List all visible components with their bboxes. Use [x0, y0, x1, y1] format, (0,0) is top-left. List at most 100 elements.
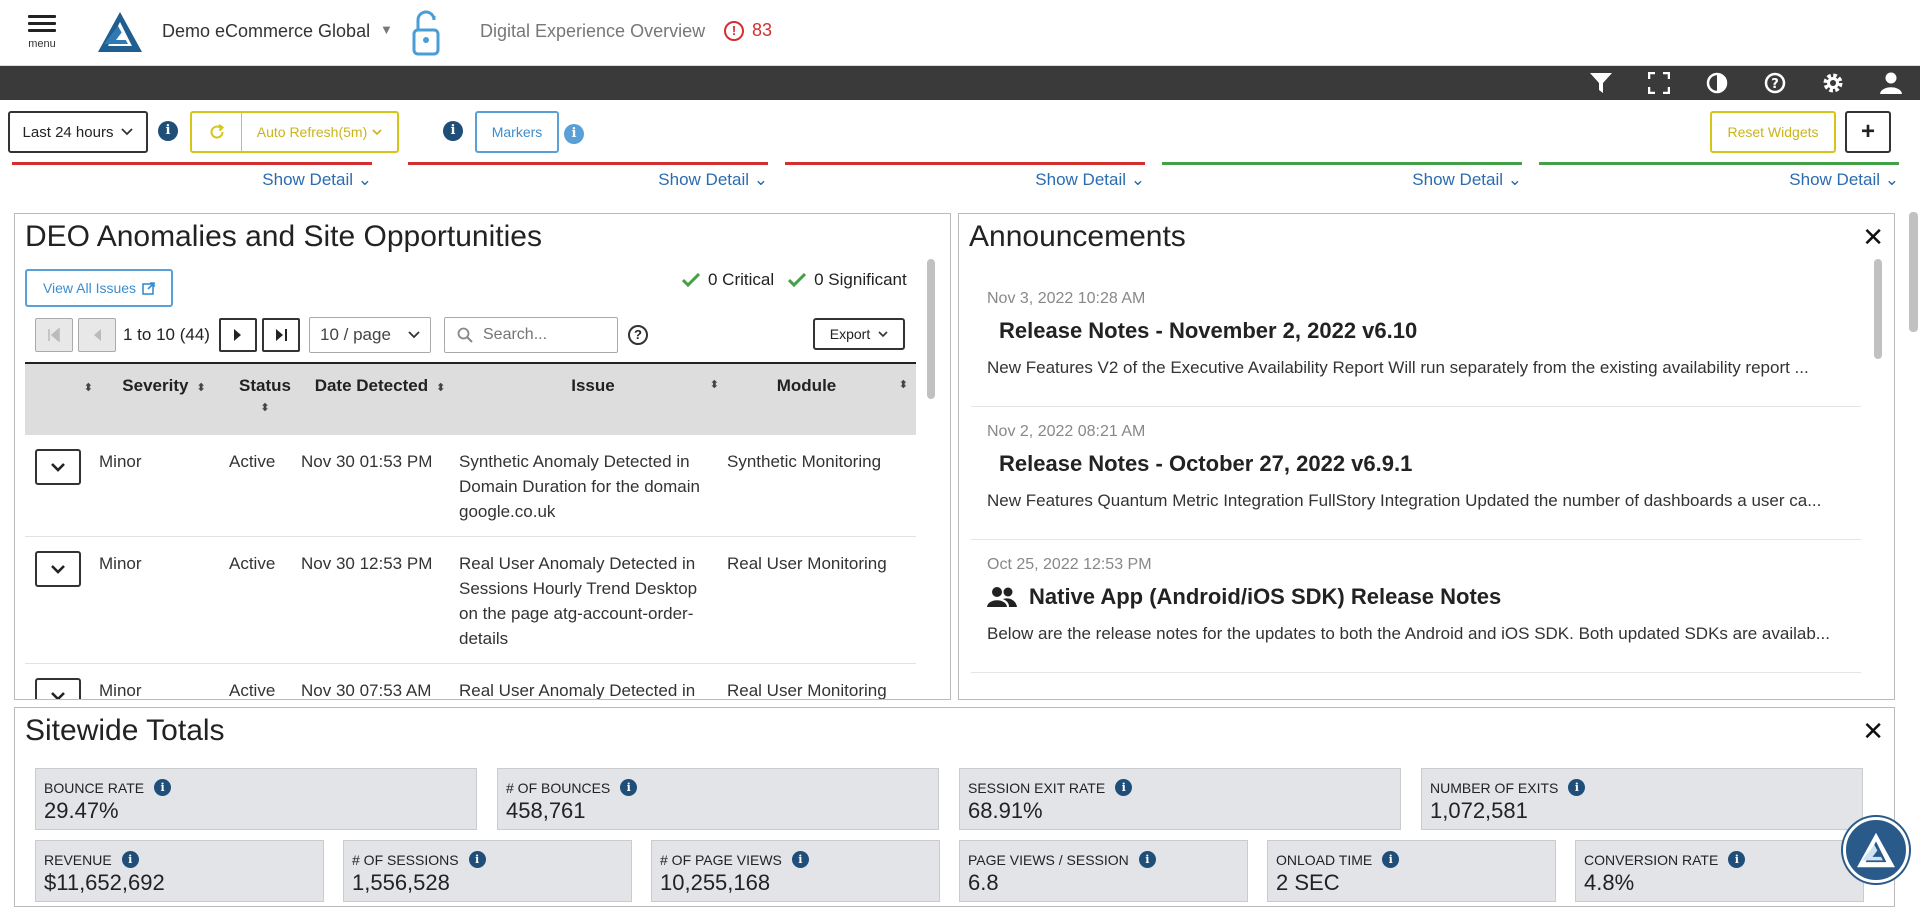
significant-label: 0 Significant [814, 270, 907, 289]
announcement-title[interactable]: Release Notes - October 27, 2022 v6.9.1 [999, 451, 1412, 477]
add-widget-button[interactable]: + [1845, 111, 1891, 153]
show-detail-link[interactable]: Show Detail ⌄ [1564, 170, 1899, 190]
info-icon[interactable]: i [1728, 851, 1746, 868]
show-detail-label: Show Detail [1412, 170, 1504, 189]
expand-row-button[interactable] [35, 449, 81, 485]
last-page-button[interactable] [262, 318, 300, 352]
announcements-scrollbar[interactable] [1874, 259, 1882, 359]
markers-button[interactable]: Markers [475, 111, 559, 153]
brand-logo[interactable] [96, 10, 144, 59]
time-range-info-icon[interactable]: i [158, 121, 178, 141]
info-icon[interactable]: i [1138, 851, 1156, 868]
chat-assistant-button[interactable] [1843, 817, 1909, 883]
auto-refresh-info-icon[interactable]: i [443, 121, 463, 141]
menu-button[interactable]: menu [22, 12, 62, 62]
page-size-select[interactable]: 10 / page [309, 317, 431, 353]
search-box[interactable] [444, 317, 618, 353]
prev-page-button[interactable] [78, 318, 116, 352]
unlock-icon[interactable] [410, 10, 442, 61]
info-icon[interactable]: i [620, 779, 638, 796]
gear-icon[interactable] [1804, 66, 1862, 100]
table-row[interactable]: Minor Active Nov 30 01:53 PM Synthetic A… [25, 435, 916, 537]
info-icon[interactable]: i [154, 779, 172, 796]
status-cell: Active [229, 663, 301, 699]
first-page-button[interactable] [35, 318, 73, 352]
fullscreen-icon[interactable] [1630, 66, 1688, 100]
close-icon[interactable]: ✕ [1862, 718, 1884, 744]
chevron-down-icon [51, 564, 65, 574]
column-header-status[interactable]: Status ⬍ [229, 363, 301, 435]
issues-table: ⬍ Severity ⬍ Status ⬍ Date Detected ⬍ Issue… [25, 362, 916, 699]
auto-refresh-select[interactable]: Auto Refresh(5m) [242, 111, 399, 153]
export-label: Export [829, 326, 871, 342]
alerts-indicator[interactable]: ! 83 [724, 20, 772, 41]
metric-value: 6.8 [968, 870, 999, 895]
announcement-desc: New Features Quantum Metric Integration … [987, 491, 1822, 510]
issue-cell: Real User Anomaly Detected in Sessions H… [459, 536, 727, 664]
info-icon[interactable]: i [791, 851, 809, 868]
show-detail-link[interactable]: Show Detail ⌄ [810, 170, 1145, 190]
table-row[interactable]: Minor Active Nov 30 07:53 AM Real User A… [25, 663, 916, 699]
info-icon[interactable]: i [468, 851, 486, 868]
show-detail-link[interactable]: Show Detail ⌄ [1187, 170, 1522, 190]
view-all-issues-button[interactable]: View All Issues [25, 269, 173, 307]
info-icon[interactable]: i [1568, 779, 1586, 796]
help-icon[interactable]: ? [1746, 66, 1804, 100]
module-cell: Synthetic Monitoring [727, 435, 916, 537]
column-header-severity[interactable]: Severity ⬍ [99, 363, 229, 435]
info-icon[interactable]: i [1382, 851, 1400, 868]
announcement-desc: New Features V2 of the Executive Availab… [987, 358, 1809, 377]
account-name[interactable]: Demo eCommerce Global [162, 21, 370, 42]
first-page-icon [48, 328, 60, 342]
announcement-title: Native App (Android/iOS SDK) Release Not… [1029, 584, 1502, 609]
view-all-issues-label: View All Issues [42, 280, 137, 296]
search-input[interactable] [483, 326, 613, 344]
info-icon[interactable]: i [1115, 779, 1133, 796]
help-icon[interactable]: ? [628, 325, 648, 345]
info-icon[interactable]: i [121, 851, 139, 868]
table-header-row: ⬍ Severity ⬍ Status ⬍ Date Detected ⬍ Issue… [25, 363, 916, 435]
module-cell: Real User Monitoring [727, 536, 916, 664]
column-label: Issue [571, 376, 615, 395]
metric-value: 10,255,168 [660, 870, 771, 895]
user-icon[interactable] [1862, 66, 1920, 100]
kpi-tile: Show Detail ⌄ [12, 162, 372, 189]
close-icon[interactable]: ✕ [1862, 224, 1884, 250]
column-label: Severity [122, 376, 189, 395]
filter-icon[interactable] [1572, 66, 1630, 100]
expand-row-button[interactable] [35, 551, 81, 587]
announcement-item[interactable]: Oct 25, 2022 12:53 PM Native App (Androi… [971, 540, 1861, 673]
table-row[interactable]: Minor Active Nov 30 12:53 PM Real User A… [25, 536, 916, 664]
next-page-button[interactable] [219, 318, 257, 352]
metric-label: # OF PAGE VIEWS [660, 851, 782, 868]
issue-cell: Real User Anomaly Detected in [459, 663, 727, 699]
column-header-module[interactable]: Module ⬍ [727, 363, 916, 435]
time-range-select[interactable]: Last 24 hours [8, 111, 148, 153]
metric-label: PAGE VIEWS / SESSION [968, 851, 1129, 868]
prev-page-icon [94, 329, 101, 341]
show-detail-link[interactable]: Show Detail ⌄ [17, 170, 372, 190]
refresh-button[interactable] [190, 111, 242, 153]
announcement-title[interactable]: Release Notes - November 2, 2022 v6.10 [999, 318, 1417, 344]
show-detail-link[interactable]: Show Detail ⌄ [433, 170, 768, 190]
expand-column-header[interactable]: ⬍ [25, 363, 99, 435]
column-header-date[interactable]: Date Detected ⬍ [301, 363, 459, 435]
announcement-item[interactable]: Nov 2, 2022 08:21 AM Release Notes - Oct… [971, 407, 1861, 540]
date-cell: Nov 30 01:53 PM [301, 435, 459, 537]
account-dropdown-icon[interactable]: ▼ [380, 22, 393, 37]
severity-cell: Minor [99, 663, 229, 699]
expand-row-button[interactable] [35, 678, 81, 699]
reset-widgets-button[interactable]: Reset Widgets [1710, 111, 1836, 153]
markers-info-icon[interactable]: i [564, 124, 584, 144]
announcement-title-row[interactable]: Native App (Android/iOS SDK) Release Not… [987, 584, 1501, 610]
contrast-icon[interactable] [1688, 66, 1746, 100]
kpi-tile: Show Detail ⌄ [785, 162, 1145, 189]
anomalies-scrollbar[interactable] [927, 259, 935, 399]
page-scrollbar[interactable] [1909, 212, 1918, 332]
metric-label: BOUNCE RATE [44, 779, 145, 796]
top-bar: menu Demo eCommerce Global ▼ Digital Exp… [0, 0, 1920, 66]
export-button[interactable]: Export [813, 318, 905, 350]
metric-label: # OF SESSIONS [352, 851, 459, 868]
column-header-issue[interactable]: Issue ⬍ [459, 363, 727, 435]
announcement-item[interactable]: Nov 3, 2022 10:28 AM Release Notes - Nov… [971, 274, 1861, 407]
